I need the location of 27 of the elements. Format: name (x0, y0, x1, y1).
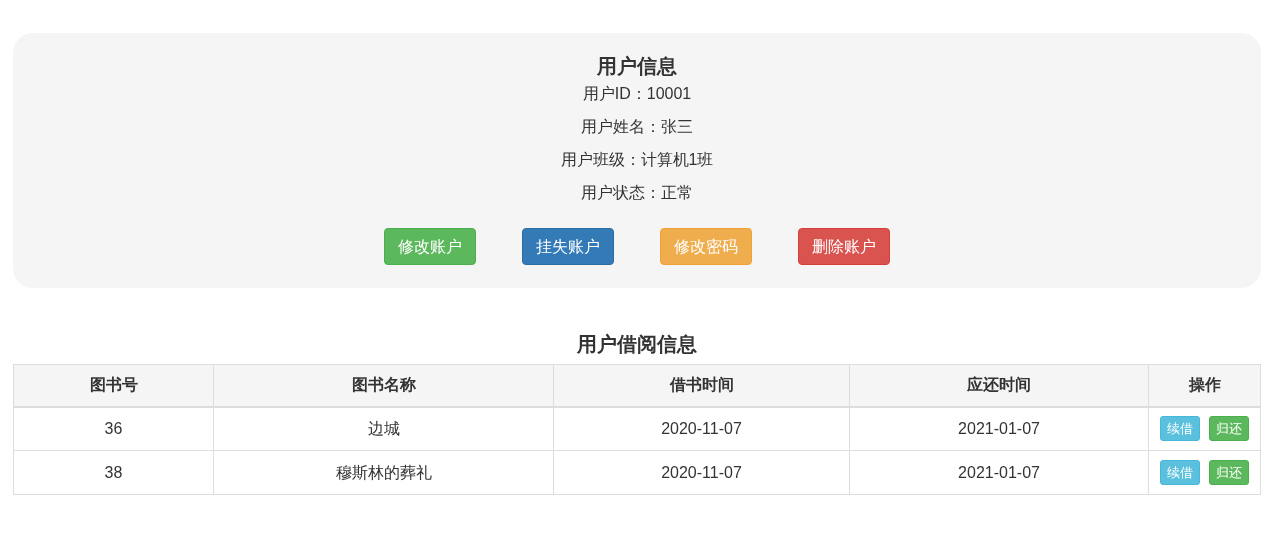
table-cell: 2020-11-07 (553, 406, 850, 451)
row-action-button[interactable]: 归还 (1209, 460, 1249, 485)
column-header: 借书时间 (553, 364, 850, 407)
action-button[interactable]: 挂失账户 (522, 228, 614, 265)
action-button[interactable]: 修改密码 (660, 228, 752, 265)
section-title: 用户借阅信息 (576, 332, 698, 357)
info-line: 用户状态：正常 (581, 183, 693, 203)
column-header: 操作 (1148, 364, 1261, 407)
table-cell: 穆斯林的葬礼 (213, 450, 554, 495)
action-button[interactable]: 修改账户 (384, 228, 476, 265)
row-action-button[interactable]: 续借 (1160, 416, 1200, 442)
table-cell: 2021-01-07 (849, 450, 1149, 495)
info-line: 用户ID：10001 (582, 84, 692, 104)
table-cell: 36 (13, 406, 214, 451)
info-line: 用户班级：计算机1班 (560, 150, 714, 170)
column-header: 图书名称 (213, 364, 554, 407)
table-cell: 边城 (213, 406, 554, 451)
column-header: 应还时间 (849, 364, 1149, 407)
info-line: 用户姓名：张三 (581, 117, 693, 137)
column-header: 图书号 (13, 364, 214, 407)
table-cell: 2021-01-07 (849, 406, 1149, 451)
table-cell: 38 (13, 450, 214, 495)
table-cell: 2020-11-07 (553, 450, 850, 495)
action-button[interactable]: 删除账户 (798, 228, 890, 265)
row-action-button[interactable]: 续借 (1160, 460, 1200, 485)
row-action-button[interactable]: 归还 (1209, 416, 1249, 442)
section-title: 用户信息 (597, 54, 677, 79)
